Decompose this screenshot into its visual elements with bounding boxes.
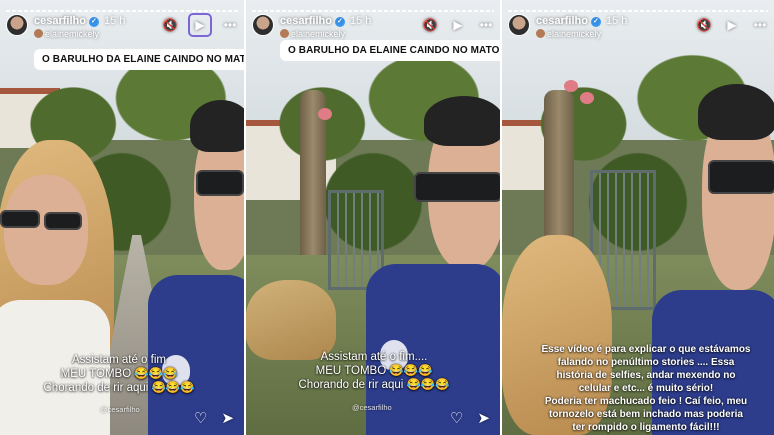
overlay-line: Chorando de rir aqui 😂😂😂 — [298, 379, 450, 391]
overlay-line: celular e etc... é muito sério! — [578, 383, 714, 394]
collab-label[interactable]: elainemickely — [280, 29, 345, 39]
avatar[interactable] — [252, 14, 274, 36]
mute-icon[interactable]: 🔇 — [696, 18, 712, 32]
sunglasses-right-lens — [44, 212, 82, 230]
man-sunglasses — [414, 172, 500, 202]
overlay-line: ter rompido o ligamento fácil!!! — [572, 422, 720, 433]
story-overlay-text: Assistam até o fim.... MEU TOMBO 😂😂😂 Cho… — [276, 350, 472, 392]
overlay-line: Poderia ter machucado feio ! Caí feio, m… — [544, 396, 748, 407]
story-progress-bar — [508, 10, 768, 12]
more-options-icon[interactable]: ••• — [478, 18, 494, 32]
overlay-line: Assistam até o fim — [72, 354, 166, 366]
sunglasses-left-lens — [0, 210, 40, 228]
post-time: 15 h — [103, 15, 126, 27]
story-panel-1: cesarfilho ✓ 15 h elainemickely 🔇 ▶ ••• O … — [0, 0, 244, 435]
story-overlay-text: Assistam até o fim MEU TOMBO 😂😂😂 Chorand… — [24, 353, 214, 395]
post-time: 15 h — [349, 15, 372, 27]
story-panel-2: cesarfilho ✓ 15 h elainemickely 🔇 ▶ ••• O … — [246, 0, 500, 435]
man-hair — [190, 100, 244, 152]
man-hair — [698, 84, 774, 140]
overlay-line: MEU TOMBO 😂😂😂 — [315, 365, 433, 377]
man-sunglasses — [708, 160, 774, 194]
story-actions: ♡ ➤ — [194, 409, 234, 427]
man-sunglasses — [196, 170, 244, 196]
story-header: cesarfilho ✓ 15 h elainemickely 🔇 ▶ ••• — [6, 13, 238, 48]
overlay-line: Assistam até o fim.... — [320, 351, 428, 363]
collab-label[interactable]: elainemickely — [34, 29, 99, 39]
pink-flower — [318, 108, 332, 120]
play-icon[interactable]: ▶ — [724, 18, 740, 32]
overlay-line: MEU TOMBO 😂😂😂 — [60, 368, 178, 380]
overlay-line: falando no penúltimo stories .... Essa — [557, 357, 735, 368]
pink-flower — [580, 92, 594, 104]
username[interactable]: cesarfilho ✓ 15 h — [34, 15, 125, 27]
story-progress-bar — [6, 10, 238, 12]
verified-badge-icon: ✓ — [590, 17, 601, 27]
overlay-line: tornozelo está bem inchado mas poderia — [549, 409, 743, 420]
collab-avatar-icon — [280, 29, 289, 38]
collab-avatar-icon — [536, 29, 545, 38]
more-options-icon[interactable]: ••• — [752, 18, 768, 32]
story-actions: ♡ ➤ — [450, 409, 490, 427]
collab-label[interactable]: elainemickely — [536, 29, 601, 39]
caption-sticker: O BARULHO DA ELAINE CAINDO NO MATO 😂 — [34, 49, 244, 70]
overlay-line: Esse vídeo é para explicar o que estávam… — [541, 344, 751, 355]
story-controls: 🔇 ▶ ••• — [696, 14, 768, 36]
man-hair — [424, 96, 500, 146]
verified-badge-icon: ✓ — [334, 17, 345, 27]
share-icon[interactable]: ➤ — [477, 409, 490, 427]
caption-sticker: O BARULHO DA ELAINE CAINDO NO MATO 😂 — [280, 40, 500, 61]
watermark-handle: @cesarfilho — [100, 405, 140, 414]
more-options-icon[interactable]: ••• — [222, 18, 238, 32]
mute-icon[interactable]: 🔇 — [162, 18, 178, 32]
like-icon[interactable]: ♡ — [450, 409, 463, 427]
mute-icon[interactable]: 🔇 — [422, 18, 438, 32]
story-progress-bar — [252, 10, 494, 12]
story-overlay-text: Esse vídeo é para explicar o que estávam… — [520, 343, 772, 434]
pink-flower — [564, 80, 578, 92]
username[interactable]: cesarfilho ✓ 15 h — [280, 15, 371, 27]
verified-badge-icon: ✓ — [88, 17, 99, 27]
post-time: 15 h — [605, 15, 628, 27]
play-icon[interactable]: ▶ — [188, 13, 212, 37]
like-icon[interactable]: ♡ — [194, 409, 207, 427]
share-icon[interactable]: ➤ — [221, 409, 234, 427]
story-controls: 🔇 ▶ ••• — [162, 13, 238, 37]
story-controls: 🔇 ▶ ••• — [422, 14, 494, 36]
avatar[interactable] — [6, 14, 28, 36]
overlay-line: Chorando de rir aqui 😂😂😂 — [43, 382, 195, 394]
story-panel-3: cesarfilho ✓ 15 h elainemickely 🔇 ▶ ••• Es… — [502, 0, 774, 435]
username[interactable]: cesarfilho ✓ 15 h — [536, 15, 627, 27]
woman-face — [4, 175, 88, 285]
avatar[interactable] — [508, 14, 530, 36]
collab-avatar-icon — [34, 29, 43, 38]
overlay-line: história de selfies, andar mexendo no — [556, 370, 736, 381]
story-header: cesarfilho ✓ 15 h elainemickely 🔇 ▶ ••• — [508, 14, 768, 48]
motion-blur-hair — [246, 280, 336, 360]
play-icon[interactable]: ▶ — [450, 18, 466, 32]
watermark-handle: @cesarfilho — [352, 403, 392, 412]
